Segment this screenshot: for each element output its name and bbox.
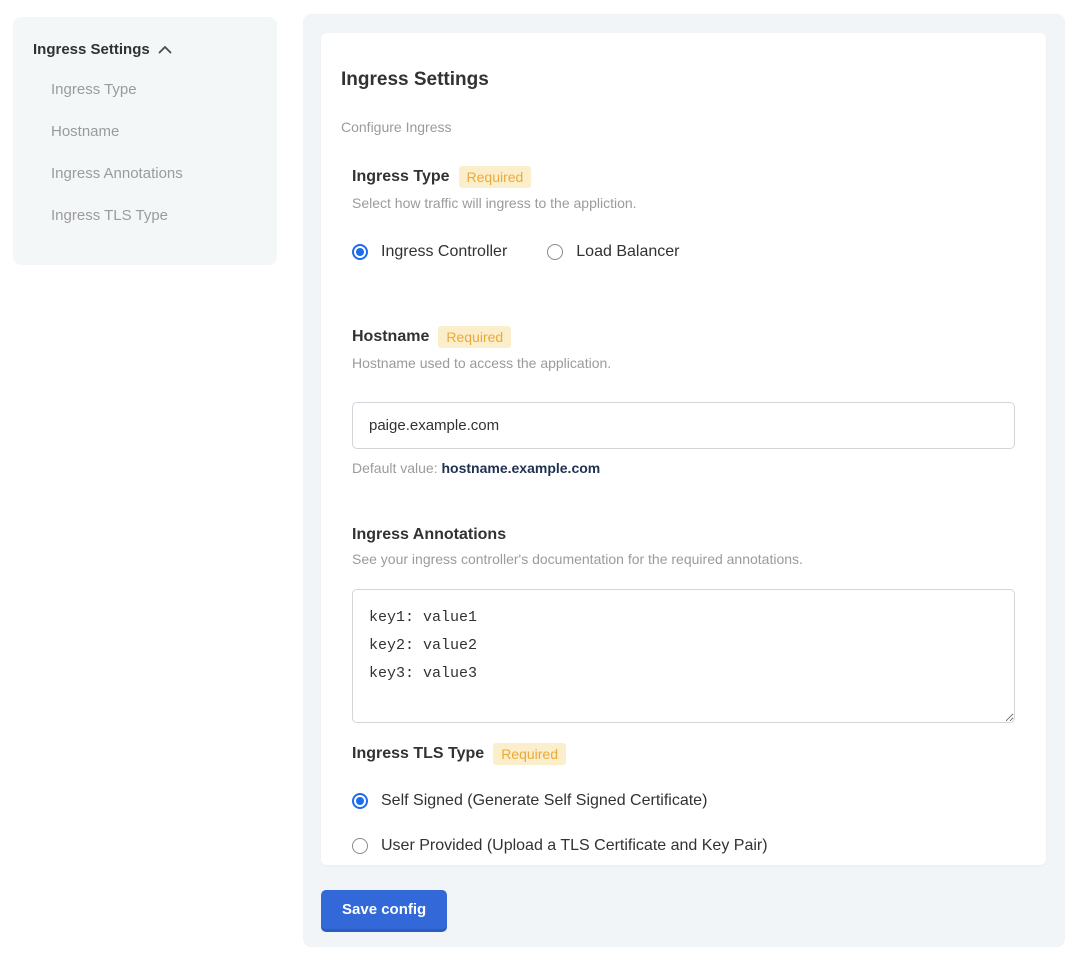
- sidebar-group-ingress-settings[interactable]: Ingress Settings: [33, 41, 257, 58]
- section-ingress-annotations: Ingress Annotations See your ingress con…: [352, 526, 1015, 723]
- radio-self-signed[interactable]: Self Signed (Generate Self Signed Certif…: [352, 792, 1015, 810]
- radio-button-icon[interactable]: [352, 244, 368, 260]
- default-value-prefix: Default value:: [352, 460, 442, 476]
- required-badge: Required: [438, 326, 511, 348]
- section-ingress-type: Ingress Type Required Select how traffic…: [352, 166, 1015, 261]
- ingress-type-radio-group: Ingress Controller Load Balancer: [352, 243, 1015, 261]
- help-text-hostname: Hostname used to access the application.: [352, 355, 1015, 371]
- radio-label: Ingress Controller: [381, 243, 507, 261]
- page-subtitle: Configure Ingress: [341, 119, 1015, 135]
- radio-label: Load Balancer: [576, 243, 679, 261]
- radio-button-icon[interactable]: [352, 793, 368, 809]
- tls-type-radio-group: Self Signed (Generate Self Signed Certif…: [352, 792, 1015, 855]
- page-title: Ingress Settings: [341, 69, 1015, 91]
- section-heading-ingress-type: Ingress Type: [352, 168, 450, 186]
- config-panel: Ingress Settings Configure Ingress Ingre…: [303, 14, 1065, 947]
- section-heading-hostname: Hostname: [352, 328, 429, 346]
- default-value-text: hostname.example.com: [442, 460, 601, 476]
- section-heading-ingress-tls-type: Ingress TLS Type: [352, 745, 484, 763]
- settings-sidebar: Ingress Settings Ingress Type Hostname I…: [13, 17, 277, 265]
- required-badge: Required: [493, 743, 566, 765]
- hostname-default-line: Default value: hostname.example.com: [352, 460, 1015, 476]
- radio-button-icon[interactable]: [547, 244, 563, 260]
- hostname-input[interactable]: [352, 402, 1015, 449]
- radio-label: Self Signed (Generate Self Signed Certif…: [381, 792, 707, 810]
- sidebar-item-ingress-type[interactable]: Ingress Type: [33, 80, 257, 100]
- required-badge: Required: [459, 166, 532, 188]
- sidebar-item-ingress-tls-type[interactable]: Ingress TLS Type: [33, 206, 257, 226]
- sidebar-group-label: Ingress Settings: [33, 41, 150, 58]
- ingress-annotations-textarea[interactable]: key1: value1 key2: value2 key3: value3: [352, 589, 1015, 723]
- save-config-button[interactable]: Save config: [321, 890, 447, 929]
- help-text-ingress-annotations: See your ingress controller's documentat…: [352, 551, 1015, 567]
- section-ingress-tls-type: Ingress TLS Type Required Self Signed (G…: [352, 743, 1015, 855]
- chevron-up-icon: [158, 45, 172, 54]
- help-text-ingress-type: Select how traffic will ingress to the a…: [352, 195, 1015, 211]
- radio-user-provided[interactable]: User Provided (Upload a TLS Certificate …: [352, 837, 1015, 855]
- sidebar-item-hostname[interactable]: Hostname: [33, 122, 257, 142]
- radio-button-icon[interactable]: [352, 838, 368, 854]
- radio-load-balancer[interactable]: Load Balancer: [547, 243, 679, 261]
- radio-ingress-controller[interactable]: Ingress Controller: [352, 243, 507, 261]
- section-hostname: Hostname Required Hostname used to acces…: [352, 326, 1015, 476]
- section-heading-ingress-annotations: Ingress Annotations: [352, 526, 506, 544]
- sidebar-item-ingress-annotations[interactable]: Ingress Annotations: [33, 164, 257, 184]
- radio-label: User Provided (Upload a TLS Certificate …: [381, 837, 768, 855]
- ingress-settings-card: Ingress Settings Configure Ingress Ingre…: [321, 33, 1046, 865]
